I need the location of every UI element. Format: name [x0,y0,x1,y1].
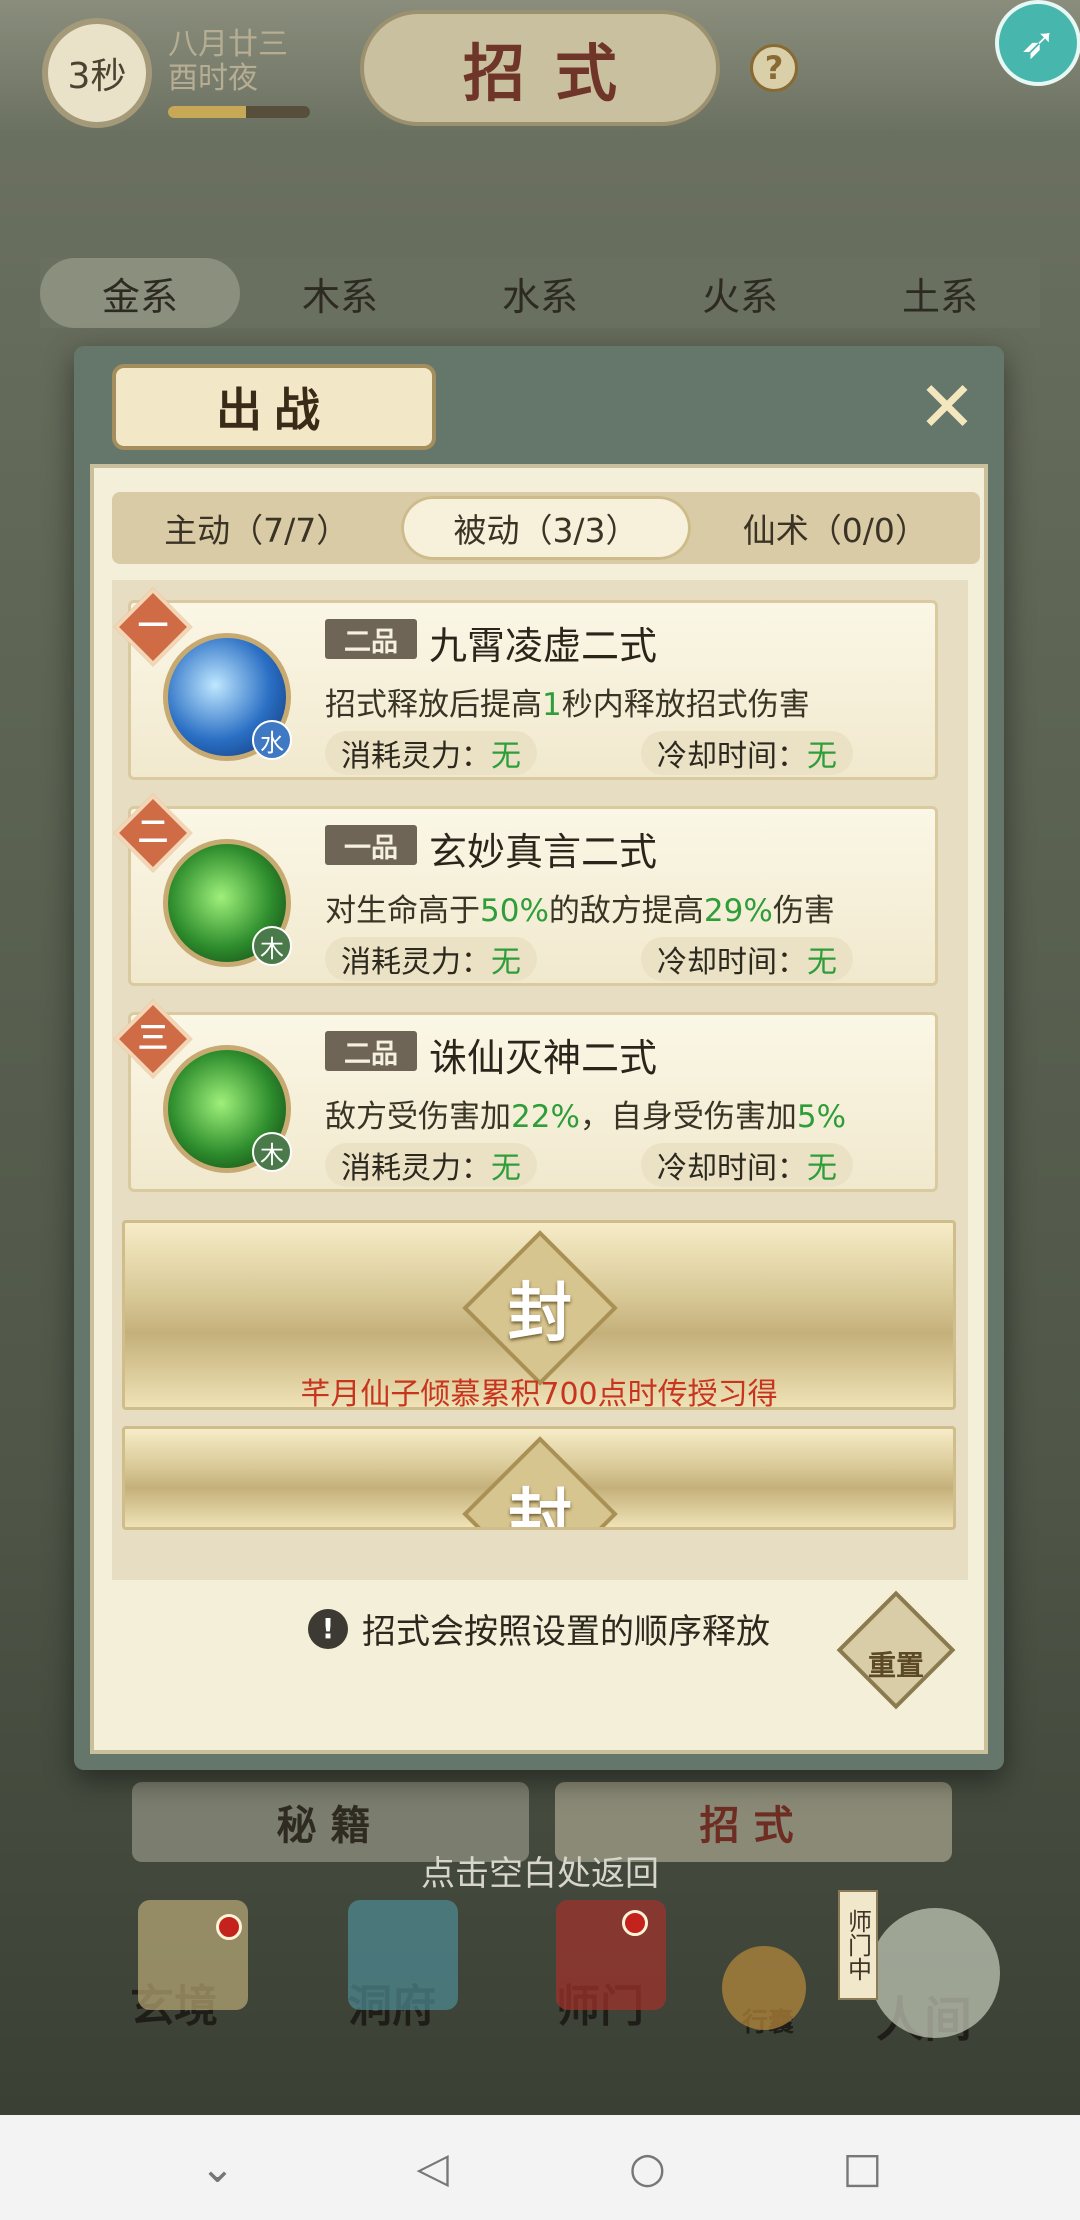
tab-wood[interactable]: 木系 [240,258,440,328]
modal-title: 出战 [112,364,436,450]
nav-bag[interactable]: 行囊 [722,1946,806,2039]
date-line-2: 酉时夜 [168,61,258,96]
spirit-cost: 消耗灵力：无 [325,937,537,981]
tap-to-return-hint: 点击空白处返回 [421,1854,659,1894]
spirit-cost: 消耗灵力：无 [325,731,537,775]
skill-name: 玄妙真言二式 [429,830,658,874]
rocket-icon[interactable]: ➶ [995,0,1080,86]
date-line-1: 八月廿三 [168,27,288,62]
skill-card[interactable]: 三 木 二品 诛仙灭神二式 敌方受伤害加22%，自身受伤害加5% 消耗灵力：无 … [113,999,938,1192]
cooldown: 冷却时间：无 [641,937,853,981]
sealed-slot[interactable]: 封 芊月仙子倾慕累积700点时传授习得 [122,1220,956,1410]
skill-description: 招式释放后提高1秒内释放招式伤害 [325,687,810,723]
back-triangle-icon[interactable]: ◁ [398,2138,468,2198]
cooldown: 冷却时间：无 [641,1143,853,1187]
tab-active-skills[interactable]: 主动（7/7） [112,492,401,564]
skill-avatar: 木 [163,839,292,967]
tab-water[interactable]: 水系 [440,258,640,328]
cooldown: 冷却时间：无 [641,731,853,775]
skill-name: 九霄凌虚二式 [429,624,658,668]
skill-avatar: 水 [163,633,292,761]
tab-passive-skills[interactable]: 被动（3/3） [401,496,691,560]
game-screen: 3秒 八月廿三 酉时夜 招式 ? ➶ 金系 木系 水系 火系 土系 秘籍 招式 … [0,0,1080,2115]
skill-card[interactable]: 一 水 二品 九霄凌虚二式 招式释放后提高1秒内释放招式伤害 消耗灵力：无 冷却… [113,587,938,780]
back-chevron-icon[interactable]: ⌄ [183,2138,253,2198]
element-tag: 水 [252,720,292,760]
skill-mode-tabs: 主动（7/7） 被动（3/3） 仙术（0/0） [112,492,980,564]
notification-dot [622,1910,648,1936]
grade-label: 二品 [325,619,417,659]
seal-icon: 封 [462,1436,618,1527]
element-tag: 木 [252,926,292,966]
exclamation-icon: ! [308,1608,348,1649]
page-title: 招式 [360,10,720,126]
recents-square-icon[interactable]: □ [828,2138,898,2198]
system-nav-bar: ⌄ ◁ ○ □ [0,2115,1080,2220]
banner-icon [556,1900,666,2010]
close-icon[interactable]: ✕ [912,372,982,442]
bottom-nav: 玄境 洞府 师门 行囊 人间 师门中 [0,1890,1080,2115]
tab-immortal-arts[interactable]: 仙术（0/0） [691,492,980,564]
nav-renjian[interactable]: 人间 [870,1908,1000,2050]
tab-metal[interactable]: 金系 [40,258,240,328]
seal-icon: 封 [462,1230,618,1386]
game-date: 八月廿三 酉时夜 [168,28,288,96]
timer-badge: 3秒 [42,18,152,128]
help-button[interactable]: ? [750,44,798,92]
home-circle-icon[interactable]: ○ [613,2138,683,2198]
notification-dot [216,1914,242,1940]
pouch-icon [722,1946,806,2030]
mountain-icon [870,1908,1000,2038]
skill-avatar: 木 [163,1045,292,1173]
element-tabs: 金系 木系 水系 火系 土系 [40,258,1040,328]
top-bar: 3秒 八月廿三 酉时夜 招式 ? ➶ [0,0,1080,130]
status-badge: 师门中 [838,1890,878,2000]
element-tag: 木 [252,1132,292,1172]
skill-name: 诛仙灭神二式 [429,1036,658,1080]
skill-card[interactable]: 二 木 一品 玄妙真言二式 对生命高于50%的敌方提高29%伤害 消耗灵力：无 … [113,793,938,986]
tab-earth[interactable]: 土系 [840,258,1040,328]
skill-description: 敌方受伤害加22%，自身受伤害加5% [325,1099,847,1135]
unlock-condition: 芊月仙子倾慕累积700点时传授习得 [300,1377,778,1410]
nav-shimen[interactable]: 师门 [556,1900,666,2034]
grade-label: 二品 [325,1031,417,1071]
skill-description: 对生命高于50%的敌方提高29%伤害 [325,893,835,929]
nav-xuanjing[interactable]: 玄境 [130,1900,248,2034]
nav-dongfu[interactable]: 洞府 [348,1900,458,2034]
time-progress-bar [168,106,310,118]
grade-label: 一品 [325,825,417,865]
deploy-modal: 出战 ✕ 主动（7/7） 被动（3/3） 仙术（0/0） 一 水 二品 九霄凌虚… [74,346,1004,1770]
tab-fire[interactable]: 火系 [640,258,840,328]
pavilion-icon [348,1900,458,2010]
spirit-cost: 消耗灵力：无 [325,1143,537,1187]
skill-list: 一 水 二品 九霄凌虚二式 招式释放后提高1秒内释放招式伤害 消耗灵力：无 冷却… [112,580,968,1580]
sealed-slot[interactable]: 封 [122,1426,956,1530]
